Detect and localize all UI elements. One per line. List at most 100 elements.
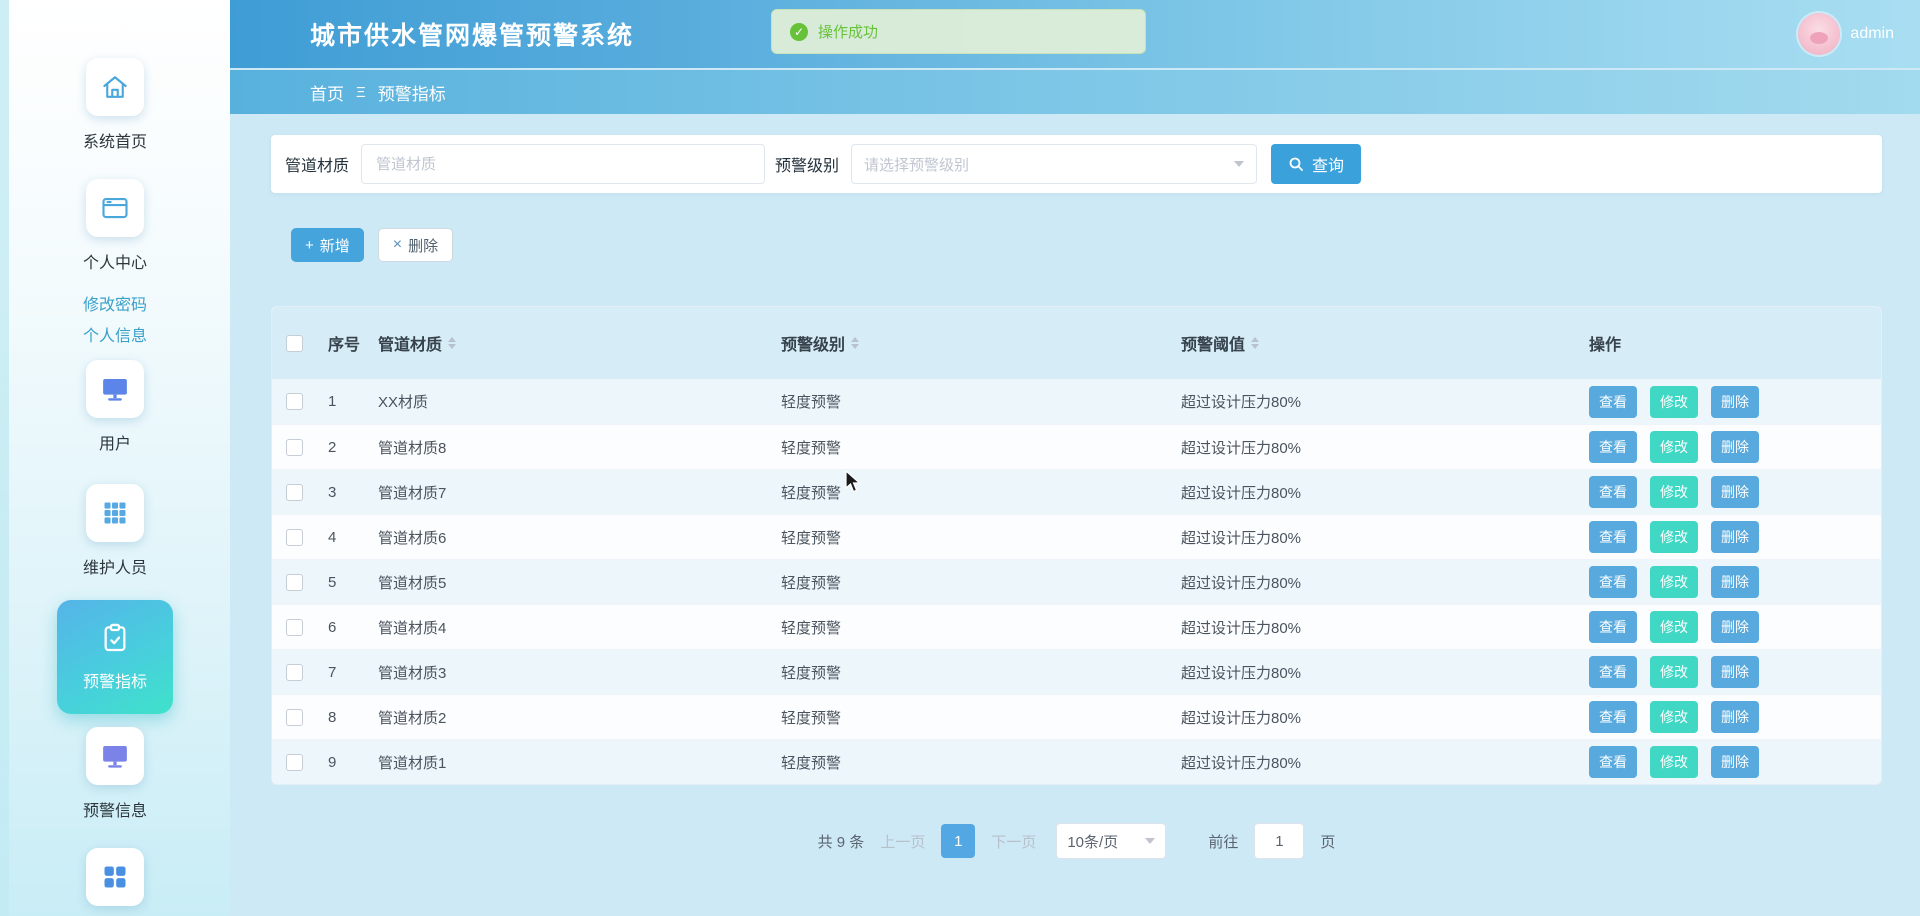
add-button[interactable]: + 新增: [291, 228, 364, 262]
edit-button[interactable]: 修改: [1650, 431, 1698, 463]
edit-button[interactable]: 修改: [1650, 521, 1698, 553]
cell-threshold: 超过设计压力80%: [1181, 391, 1589, 412]
level-select[interactable]: 请选择预警级别: [851, 144, 1257, 184]
row-checkbox[interactable]: [286, 619, 303, 636]
cell-actions: 查看 修改 删除: [1589, 521, 1881, 553]
view-button[interactable]: 查看: [1589, 611, 1637, 643]
cell-material: 管道材质5: [378, 572, 781, 593]
row-delete-button[interactable]: 删除: [1711, 386, 1759, 418]
cell-material: 管道材质7: [378, 482, 781, 503]
cell-material: 管道材质4: [378, 617, 781, 638]
cell-threshold: 超过设计压力80%: [1181, 572, 1589, 593]
page-number-button[interactable]: 1: [941, 824, 975, 858]
prev-page-button[interactable]: 上一页: [880, 831, 925, 852]
delete-button[interactable]: × 删除: [378, 228, 453, 262]
row-checkbox[interactable]: [286, 439, 303, 456]
row-delete-button[interactable]: 删除: [1711, 521, 1759, 553]
goto-page-input[interactable]: [1254, 823, 1304, 859]
sidebar-item-warning-info[interactable]: 预警信息: [0, 727, 230, 821]
view-button[interactable]: 查看: [1589, 521, 1637, 553]
header-actions: 操作: [1589, 331, 1881, 355]
header-level[interactable]: 预警级别: [781, 331, 1181, 355]
breadcrumb-home[interactable]: 首页: [310, 80, 344, 105]
edit-button[interactable]: 修改: [1650, 701, 1698, 733]
id-card-icon: [86, 179, 144, 237]
breadcrumb-separator-icon: Ξ: [356, 84, 366, 101]
cell-index: 1: [328, 393, 378, 410]
edit-button[interactable]: 修改: [1650, 746, 1698, 778]
search-button[interactable]: 查询: [1271, 144, 1361, 184]
row-delete-button[interactable]: 删除: [1711, 566, 1759, 598]
sidebar-link-personal-info[interactable]: 个人信息: [0, 322, 230, 346]
table-row: 2 管道材质8 轻度预警 超过设计压力80% 查看 修改 删除: [272, 424, 1881, 469]
content: 管道材质 预警级别 请选择预警级别 查询 + 新增: [230, 114, 1920, 916]
header-material[interactable]: 管道材质: [378, 331, 781, 355]
select-all-checkbox[interactable]: [286, 335, 303, 352]
row-checkbox[interactable]: [286, 754, 303, 771]
sidebar-link-change-password[interactable]: 修改密码: [0, 291, 230, 315]
next-page-button[interactable]: 下一页: [991, 831, 1036, 852]
row-checkbox[interactable]: [286, 709, 303, 726]
row-delete-button[interactable]: 删除: [1711, 701, 1759, 733]
sidebar-item-home[interactable]: 系统首页: [0, 58, 230, 152]
pagination: 共 9 条 上一页 1 下一页 10条/页 前往 页: [271, 823, 1882, 859]
view-button[interactable]: 查看: [1589, 701, 1637, 733]
sidebar-item-users[interactable]: 用户: [0, 360, 230, 454]
avatar[interactable]: [1798, 13, 1840, 55]
edit-button[interactable]: 修改: [1650, 386, 1698, 418]
cell-actions: 查看 修改 删除: [1589, 386, 1881, 418]
material-input[interactable]: [361, 144, 765, 184]
cell-material: 管道材质3: [378, 662, 781, 683]
edit-button[interactable]: 修改: [1650, 566, 1698, 598]
view-button[interactable]: 查看: [1589, 656, 1637, 688]
breadcrumb: 首页 Ξ 预警指标: [230, 70, 1920, 114]
sidebar-item-maintenance[interactable]: 维护人员: [0, 484, 230, 578]
sidebar-item-label: 预警信息: [83, 797, 147, 821]
close-icon: ×: [393, 236, 402, 254]
cell-level: 轻度预警: [781, 707, 1181, 728]
cell-actions: 查看 修改 删除: [1589, 476, 1881, 508]
page-size-select[interactable]: 10条/页: [1056, 823, 1166, 859]
row-delete-button[interactable]: 删除: [1711, 476, 1759, 508]
view-button[interactable]: 查看: [1589, 431, 1637, 463]
edit-button[interactable]: 修改: [1650, 476, 1698, 508]
edit-button[interactable]: 修改: [1650, 656, 1698, 688]
cell-threshold: 超过设计压力80%: [1181, 707, 1589, 728]
row-delete-button[interactable]: 删除: [1711, 431, 1759, 463]
row-delete-button[interactable]: 删除: [1711, 656, 1759, 688]
sidebar-item-warning-indicators[interactable]: 预警指标: [57, 600, 173, 714]
user-menu[interactable]: admin: [1798, 0, 1894, 68]
cell-index: 8: [328, 709, 378, 726]
cell-level: 轻度预警: [781, 572, 1181, 593]
cell-threshold: 超过设计压力80%: [1181, 752, 1589, 773]
sort-icon[interactable]: [851, 337, 859, 349]
header-threshold[interactable]: 预警阈值: [1181, 331, 1589, 355]
sort-icon[interactable]: [448, 337, 456, 349]
cell-material: 管道材质6: [378, 527, 781, 548]
home-icon: [86, 58, 144, 116]
row-delete-button[interactable]: 删除: [1711, 746, 1759, 778]
view-button[interactable]: 查看: [1589, 566, 1637, 598]
clipboard-icon: [99, 622, 131, 659]
monitor-icon: [86, 360, 144, 418]
row-checkbox[interactable]: [286, 529, 303, 546]
edit-button[interactable]: 修改: [1650, 611, 1698, 643]
row-checkbox[interactable]: [286, 664, 303, 681]
view-button[interactable]: 查看: [1589, 746, 1637, 778]
row-delete-button[interactable]: 删除: [1711, 611, 1759, 643]
sidebar-item-personal-center[interactable]: 个人中心: [0, 179, 230, 273]
view-button[interactable]: 查看: [1589, 476, 1637, 508]
cell-actions: 查看 修改 删除: [1589, 611, 1881, 643]
plus-icon: +: [305, 237, 314, 254]
cell-level: 轻度预警: [781, 662, 1181, 683]
cell-index: 7: [328, 664, 378, 681]
view-button[interactable]: 查看: [1589, 386, 1637, 418]
cell-index: 4: [328, 529, 378, 546]
row-checkbox[interactable]: [286, 393, 303, 410]
sidebar-item-dashboard[interactable]: [0, 848, 230, 906]
row-checkbox[interactable]: [286, 574, 303, 591]
sidebar-item-label: 个人中心: [83, 249, 147, 273]
row-checkbox[interactable]: [286, 484, 303, 501]
sort-icon[interactable]: [1251, 337, 1259, 349]
cell-index: 2: [328, 439, 378, 456]
